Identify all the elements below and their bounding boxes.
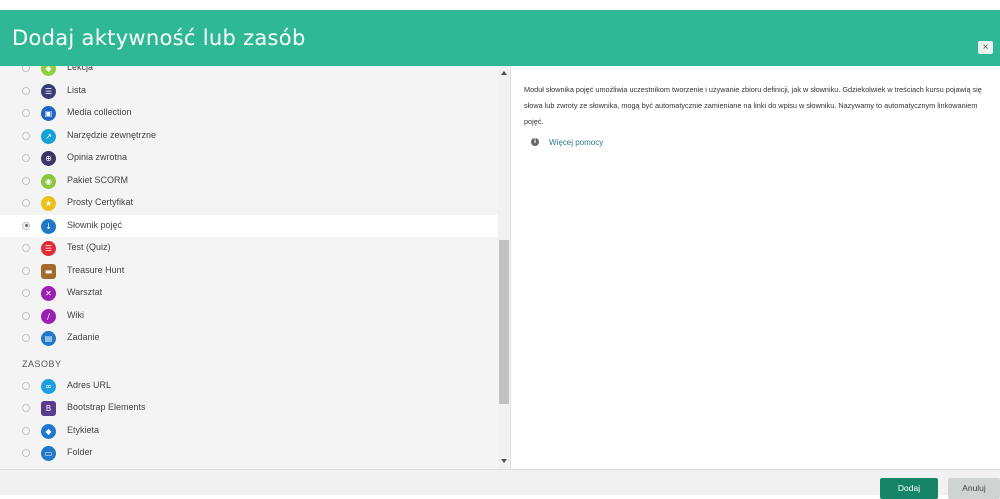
module-option-label: Słownik pojęć bbox=[67, 219, 123, 230]
module-option[interactable]: ↓ Słownik pojęć bbox=[0, 214, 498, 237]
scrollbar-thumb[interactable] bbox=[499, 240, 509, 404]
module-radio[interactable] bbox=[22, 381, 30, 390]
module-option-label: Pakiet SCORM bbox=[67, 174, 129, 185]
module-radio[interactable] bbox=[22, 109, 30, 117]
module-option[interactable]: ↗ Narzędzie zewnętrzne bbox=[0, 125, 498, 148]
module-radio[interactable] bbox=[22, 154, 30, 162]
add-button[interactable]: Dodaj bbox=[880, 478, 938, 499]
module-option-label: Narzędzie zewnętrzne bbox=[67, 129, 157, 140]
glossary-icon: ↓ bbox=[41, 218, 56, 234]
module-option-label: Etykieta bbox=[67, 424, 100, 435]
module-option-label: Adres URL bbox=[67, 379, 112, 390]
wiki-icon: ∕ bbox=[41, 308, 56, 324]
module-option-label: Prosty Certyfikat bbox=[67, 197, 134, 207]
module-option[interactable]: ∞ Adres URL bbox=[0, 375, 498, 398]
quiz-icon: ☰ bbox=[41, 241, 56, 256]
module-option-label: Zadanie bbox=[67, 332, 100, 342]
module-radio[interactable] bbox=[22, 199, 30, 207]
external-tool-icon: ↗ bbox=[41, 128, 56, 144]
module-option[interactable]: ★ Prosty Certyfikat bbox=[0, 192, 498, 215]
module-radio[interactable] bbox=[22, 266, 30, 275]
module-radio[interactable] bbox=[22, 244, 30, 252]
label-tag-icon: ◆ bbox=[41, 423, 56, 439]
module-list: ◆ Lekcja ☰ Lista ▣ Media collection ↗ Narzędzie… bbox=[0, 66, 498, 465]
module-option-label: Bootstrap Elements bbox=[67, 402, 146, 412]
module-option-label: Wiki bbox=[67, 309, 84, 320]
module-radio[interactable] bbox=[22, 176, 30, 185]
module-option-label: Test (Quiz) bbox=[67, 242, 111, 252]
feedback-icon: ⊕ bbox=[41, 151, 56, 166]
dialog-title: Dodaj aktywność lub zasób bbox=[12, 26, 306, 50]
assignment-icon: ▤ bbox=[41, 331, 56, 346]
module-option[interactable]: ∕ Wiki bbox=[0, 305, 498, 328]
module-option[interactable]: ✕ Warsztat bbox=[0, 282, 498, 305]
treasure-chest-icon: ▬ bbox=[41, 263, 56, 279]
module-radio[interactable] bbox=[22, 334, 30, 342]
module-description: Moduł słownika pojęć umożliwia uczestnik… bbox=[524, 85, 982, 126]
module-option[interactable]: ◆ Lekcja bbox=[0, 66, 498, 80]
module-option[interactable]: ◆ Etykieta bbox=[0, 420, 498, 443]
module-option-label: Treasure Hunt bbox=[67, 264, 125, 275]
module-option[interactable]: ⊕ Opinia zwrotna bbox=[0, 147, 498, 170]
module-option[interactable]: ◉ Pakiet SCORM bbox=[0, 170, 498, 193]
module-option[interactable]: ☰ Lista bbox=[0, 80, 498, 103]
module-radio[interactable] bbox=[22, 404, 30, 412]
scroll-up-arrow-icon[interactable] bbox=[501, 71, 507, 75]
workshop-icon: ✕ bbox=[41, 286, 56, 301]
module-chooser-list-pane: ◆ Lekcja ☰ Lista ▣ Media collection ↗ Narzędzie… bbox=[0, 66, 510, 469]
module-option[interactable]: ▭ Folder bbox=[0, 442, 498, 465]
info-icon: i bbox=[531, 138, 539, 146]
module-radio[interactable] bbox=[22, 311, 30, 320]
lesson-icon: ◆ bbox=[41, 66, 56, 76]
resources-section-heading: ZASOBY bbox=[0, 350, 498, 375]
module-option[interactable]: ▣ Media collection bbox=[0, 102, 498, 125]
resources-heading-label: ZASOBY bbox=[22, 358, 62, 369]
bootstrap-icon: B bbox=[41, 401, 56, 416]
module-list-scrollbar[interactable] bbox=[498, 66, 510, 469]
folder-icon: ▭ bbox=[41, 446, 56, 461]
certificate-icon: ★ bbox=[41, 196, 56, 211]
module-radio[interactable] bbox=[22, 131, 30, 140]
module-option-label: Folder bbox=[67, 447, 93, 457]
more-help-link[interactable]: Więcej pomocy bbox=[549, 138, 603, 147]
module-option-label: Opinia zwrotna bbox=[67, 152, 128, 162]
module-radio[interactable] bbox=[22, 449, 30, 457]
module-radio[interactable] bbox=[22, 221, 30, 230]
module-radio[interactable] bbox=[22, 289, 30, 297]
module-option[interactable]: B Bootstrap Elements bbox=[0, 397, 498, 420]
scorm-package-icon: ◉ bbox=[41, 173, 56, 189]
module-description-pane: Moduł słownika pojęć umożliwia uczestnik… bbox=[511, 66, 1000, 469]
dialog-header: Dodaj aktywność lub zasób × bbox=[0, 10, 1000, 66]
module-option[interactable]: ☰ Test (Quiz) bbox=[0, 237, 498, 260]
module-option-label: Lekcja bbox=[67, 66, 94, 72]
scroll-down-arrow-icon[interactable] bbox=[501, 459, 507, 463]
module-option-label: Lista bbox=[67, 84, 87, 95]
module-option[interactable]: ▬ Treasure Hunt bbox=[0, 260, 498, 283]
media-collection-icon: ▣ bbox=[41, 106, 56, 121]
module-radio[interactable] bbox=[22, 86, 30, 95]
module-option[interactable]: ▤ Zadanie bbox=[0, 327, 498, 350]
module-option-label: Warsztat bbox=[67, 287, 103, 297]
dialog-footer: Dodaj Anuluj bbox=[0, 469, 1000, 499]
checklist-icon: ☰ bbox=[41, 83, 56, 99]
close-button[interactable]: × bbox=[978, 41, 993, 54]
url-link-icon: ∞ bbox=[41, 378, 56, 394]
module-radio[interactable] bbox=[22, 426, 30, 435]
module-option-label: Media collection bbox=[67, 107, 132, 117]
cancel-button[interactable]: Anuluj bbox=[948, 478, 1000, 499]
module-radio[interactable] bbox=[22, 66, 30, 72]
